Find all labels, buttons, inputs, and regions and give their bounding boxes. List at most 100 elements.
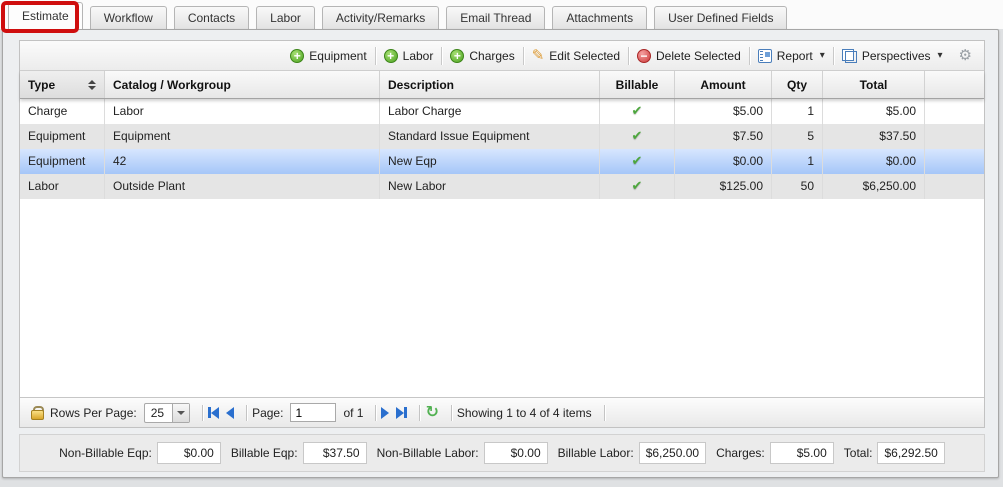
next-page-button[interactable] xyxy=(381,407,389,419)
column-label: Qty xyxy=(787,78,807,92)
totals-summary-bar: Non-Billable Eqp: $0.00 Billable Eqp: $3… xyxy=(19,434,985,472)
column-label: Type xyxy=(28,78,55,92)
column-label: Catalog / Workgroup xyxy=(113,78,231,92)
summary-label: Billable Labor: xyxy=(558,446,634,460)
gear-icon[interactable]: ⚙ xyxy=(951,48,976,63)
column-header-description[interactable]: Description xyxy=(380,71,600,98)
delete-minus-icon: − xyxy=(637,49,651,63)
cell-total: $6,250.00 xyxy=(823,174,925,199)
pager-separator xyxy=(375,405,376,421)
add-plus-icon: + xyxy=(384,49,398,63)
report-label: Report xyxy=(777,49,813,63)
cell-total: $5.00 xyxy=(823,99,925,124)
cell-type: Equipment xyxy=(20,124,105,149)
tab-workflow[interactable]: Workflow xyxy=(90,6,167,29)
perspectives-label: Perspectives xyxy=(862,49,931,63)
delete-selected-label: Delete Selected xyxy=(656,49,741,63)
column-header-total[interactable]: Total xyxy=(823,71,925,98)
summary-field-billable-eqp: Billable Eqp: $37.50 xyxy=(231,442,367,464)
add-plus-icon: + xyxy=(290,49,304,63)
report-menu-button[interactable]: Report ▾ xyxy=(750,49,833,63)
tab-labor[interactable]: Labor xyxy=(256,6,315,29)
tab-activity-remarks[interactable]: Activity/Remarks xyxy=(322,6,439,29)
tab-contacts[interactable]: Contacts xyxy=(174,6,249,29)
estimate-panel: + Equipment + Labor + Charges ✎ Edit Sel… xyxy=(2,29,999,478)
column-header-amount[interactable]: Amount xyxy=(675,71,772,98)
cell-type: Equipment xyxy=(20,149,105,174)
previous-page-button[interactable] xyxy=(226,407,234,419)
last-page-button[interactable] xyxy=(396,407,407,419)
tab-user-defined-fields[interactable]: User Defined Fields xyxy=(654,6,787,29)
table-row-selected[interactable]: Equipment 42 New Eqp ✔ $0.00 1 $0.00 xyxy=(20,149,984,174)
cell-amount: $7.50 xyxy=(675,124,772,149)
check-icon: ✔ xyxy=(632,153,643,168)
page-of-label: of 1 xyxy=(343,406,363,420)
tab-estimate[interactable]: Estimate xyxy=(8,2,83,29)
chevron-down-icon: ▾ xyxy=(938,50,943,61)
cell-filler xyxy=(925,99,984,124)
column-label: Description xyxy=(388,78,454,92)
edit-selected-label: Edit Selected xyxy=(549,49,620,63)
table-body: Charge Labor Labor Charge ✔ $5.00 1 $5.0… xyxy=(20,99,984,397)
column-label: Total xyxy=(860,78,888,92)
showing-items-text: Showing 1 to 4 of 4 items xyxy=(457,406,592,420)
cell-qty: 5 xyxy=(772,124,823,149)
cell-description: New Labor xyxy=(380,174,600,199)
table-row[interactable]: Charge Labor Labor Charge ✔ $5.00 1 $5.0… xyxy=(20,99,984,124)
first-page-button[interactable] xyxy=(208,407,219,419)
pager-separator xyxy=(246,405,247,421)
column-header-billable[interactable]: Billable xyxy=(600,71,675,98)
cell-billable: ✔ xyxy=(600,149,675,174)
cell-qty: 1 xyxy=(772,149,823,174)
cell-billable: ✔ xyxy=(600,99,675,124)
tab-strip: Estimate Workflow Contacts Labor Activit… xyxy=(0,0,1003,29)
cell-description: Standard Issue Equipment xyxy=(380,124,600,149)
page-label: Page: xyxy=(252,406,283,420)
summary-label: Total: xyxy=(844,446,873,460)
perspectives-menu-button[interactable]: Perspectives ▾ xyxy=(834,49,951,63)
delete-selected-button[interactable]: − Delete Selected xyxy=(629,49,749,63)
pencil-icon: ✎ xyxy=(532,49,545,63)
cell-catalog: Outside Plant xyxy=(105,174,380,199)
column-header-catalog-workgroup[interactable]: Catalog / Workgroup xyxy=(105,71,380,98)
estimate-grid: + Equipment + Labor + Charges ✎ Edit Sel… xyxy=(19,40,985,428)
report-book-icon xyxy=(758,49,772,63)
pager-separator xyxy=(419,405,420,421)
add-equipment-button[interactable]: + Equipment xyxy=(282,49,374,63)
column-header-qty[interactable]: Qty xyxy=(772,71,823,98)
add-labor-button[interactable]: + Labor xyxy=(376,49,442,63)
summary-label: Charges: xyxy=(716,446,765,460)
check-icon: ✔ xyxy=(632,128,643,143)
rows-per-page-select[interactable]: 25 xyxy=(144,403,190,423)
sort-icon[interactable] xyxy=(88,80,96,90)
cell-qty: 1 xyxy=(772,99,823,124)
cell-filler xyxy=(925,124,984,149)
add-plus-icon: + xyxy=(450,49,464,63)
refresh-icon[interactable]: ↻ xyxy=(425,405,438,421)
cell-catalog: Labor xyxy=(105,99,380,124)
edit-selected-button[interactable]: ✎ Edit Selected xyxy=(524,49,628,63)
pagination-bar: Rows Per Page: 25 Page: of 1 ↻ Showing xyxy=(20,397,984,427)
perspectives-layers-icon xyxy=(842,49,857,63)
summary-label: Non-Billable Labor: xyxy=(377,446,479,460)
summary-label: Non-Billable Eqp: xyxy=(59,446,152,460)
tab-attachments[interactable]: Attachments xyxy=(552,6,647,29)
add-charges-label: Charges xyxy=(469,49,514,63)
summary-value: $0.00 xyxy=(157,442,221,464)
page-input[interactable] xyxy=(290,403,336,422)
table-row[interactable]: Labor Outside Plant New Labor ✔ $125.00 … xyxy=(20,174,984,199)
grid-toolbar: + Equipment + Labor + Charges ✎ Edit Sel… xyxy=(20,41,984,71)
cell-amount: $0.00 xyxy=(675,149,772,174)
check-icon: ✔ xyxy=(632,178,643,193)
table-header: Type Catalog / Workgroup Description Bil… xyxy=(20,71,984,99)
cell-total: $0.00 xyxy=(823,149,925,174)
check-icon: ✔ xyxy=(632,103,643,118)
summary-field-non-billable-labor: Non-Billable Labor: $0.00 xyxy=(377,442,548,464)
column-header-type[interactable]: Type xyxy=(20,71,105,98)
add-charges-button[interactable]: + Charges xyxy=(442,49,522,63)
summary-label: Billable Eqp: xyxy=(231,446,298,460)
summary-field-total: Total: $6,292.50 xyxy=(844,442,945,464)
summary-value: $0.00 xyxy=(484,442,548,464)
table-row[interactable]: Equipment Equipment Standard Issue Equip… xyxy=(20,124,984,149)
tab-email-thread[interactable]: Email Thread xyxy=(446,6,545,29)
